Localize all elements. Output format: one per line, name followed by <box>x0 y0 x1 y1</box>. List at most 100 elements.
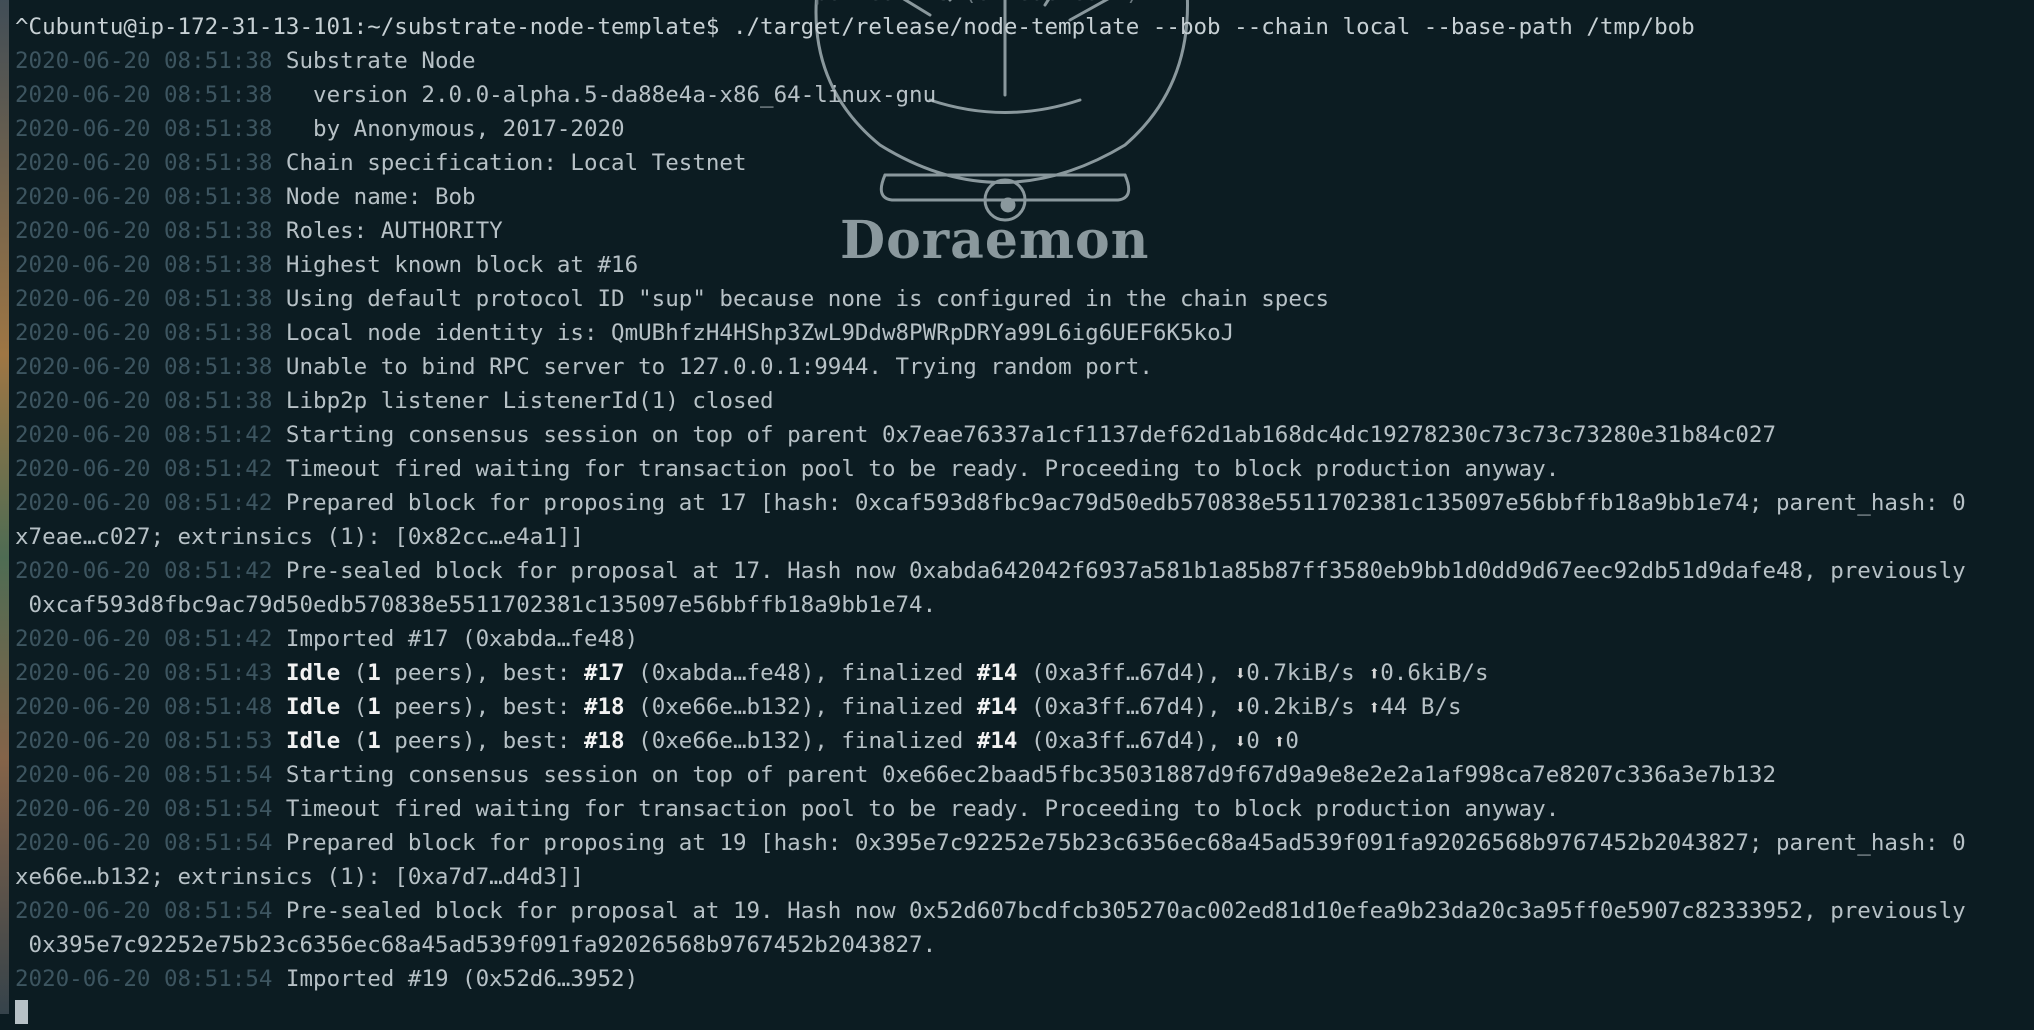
log-message: Substrate Node <box>272 48 476 74</box>
log-line: 2020-06-20 08:51:38 Local node identity … <box>15 316 2034 350</box>
text: , <box>1207 694 1235 720</box>
text: , <box>1207 660 1235 686</box>
log-line: 2020-06-20 08:51:38 version 2.0.0-alpha.… <box>15 78 2034 112</box>
download-arrow-icon: ⬇ <box>1234 729 1247 753</box>
log-timestamp: 2020-06-20 08:51:54 <box>15 830 273 856</box>
shell-prompt-command: ^Cubuntu@ip-172-31-13-101:~/substrate-no… <box>15 14 1695 40</box>
log-message: Using default protocol ID "sup" because … <box>272 286 1329 312</box>
text: , finalized <box>814 728 977 754</box>
finalized-block: #14 <box>976 694 1018 720</box>
text: , finalized <box>814 660 977 686</box>
log-timestamp: 2020-06-20 08:51:38 <box>15 354 273 380</box>
peer-count: 1 <box>367 660 381 686</box>
log-message: Imported #17 (0xabda…fe48) <box>272 626 639 652</box>
text <box>1017 694 1031 720</box>
finalized-block: #14 <box>976 728 1018 754</box>
log-line: 2020-06-20 08:51:38 Libp2p listener List… <box>15 384 2034 418</box>
terminal-window[interactable]: Imported #16 (0x7edc…c027) ^Cubuntu@ip-1… <box>15 0 2034 1024</box>
upload-arrow-icon: ⬆ <box>1368 661 1381 685</box>
log-line-continuation: xe66e…b132; extrinsics (1): [0xa7d7…d4d3… <box>15 864 584 890</box>
log-message: Starting consensus session on top of par… <box>272 762 1777 788</box>
text <box>1355 660 1369 686</box>
best-hash: (0xe66e…b132) <box>638 694 815 720</box>
log-line-continuation: 0x395e7c92252e75b23c6356ec68a45ad539f091… <box>15 932 937 958</box>
log-timestamp: 2020-06-20 08:51:38 <box>15 252 273 278</box>
finalized-block: #14 <box>976 660 1018 686</box>
log-line-continuation: 0xcaf593d8fbc9ac79d50edb570838e551170238… <box>15 592 937 618</box>
log-timestamp: 2020-06-20 08:51:43 <box>15 660 273 686</box>
log-message: Prepared block for proposing at 17 [hash… <box>272 490 1966 516</box>
text <box>625 660 639 686</box>
status-state: Idle <box>285 660 341 686</box>
text <box>1260 728 1274 754</box>
log-timestamp: 2020-06-20 08:51:42 <box>15 490 273 516</box>
log-line: 2020-06-20 08:51:54 Pre-sealed block for… <box>15 894 2034 928</box>
node-log: 2020-06-20 08:51:38 Substrate Node 2020-0… <box>15 44 2034 996</box>
log-line: 2020-06-20 08:51:38 by Anonymous, 2017-2… <box>15 112 2034 146</box>
download-rate: 0 <box>1246 728 1260 754</box>
log-line: 2020-06-20 08:51:54 Starting consensus s… <box>15 758 2034 792</box>
log-line: 2020-06-20 08:51:42 Imported #17 (0xabda… <box>15 622 2034 656</box>
cursor-line <box>15 996 2034 1030</box>
log-message: Prepared block for proposing at 19 [hash… <box>272 830 1966 856</box>
scrolled-partial-line: Imported #16 (0x7edc…c027) <box>15 0 2034 10</box>
log-message: Local node identity is: QmUBhfzH4HShp3Zw… <box>272 320 1235 346</box>
text <box>625 728 639 754</box>
log-timestamp: 2020-06-20 08:51:38 <box>15 184 273 210</box>
best-block: #18 <box>583 728 625 754</box>
text: , <box>1207 728 1235 754</box>
log-message: Libp2p listener ListenerId(1) closed <box>272 388 774 414</box>
log-line: 2020-06-20 08:51:53 Idle (1 peers), best… <box>15 724 2034 758</box>
log-timestamp: 2020-06-20 08:51:42 <box>15 558 273 584</box>
log-message: Pre-sealed block for proposal at 19. Has… <box>272 898 1966 924</box>
peer-count: 1 <box>367 694 381 720</box>
log-message: Timeout fired waiting for transaction po… <box>272 796 1560 822</box>
status-state: Idle <box>285 728 341 754</box>
log-line: 2020-06-20 08:51:38 Node name: Bob <box>15 180 2034 214</box>
log-line: 2020-06-20 08:51:54 Imported #19 (0x52d6… <box>15 962 2034 996</box>
finalized-hash: (0xa3ff…67d4) <box>1031 728 1208 754</box>
text <box>1355 694 1369 720</box>
background-window-edge <box>0 0 9 1014</box>
log-message: Roles: AUTHORITY <box>272 218 503 244</box>
text <box>1017 660 1031 686</box>
log-timestamp: 2020-06-20 08:51:53 <box>15 728 273 754</box>
log-timestamp: 2020-06-20 08:51:48 <box>15 694 273 720</box>
finalized-hash: (0xa3ff…67d4) <box>1031 694 1208 720</box>
text: ( <box>340 694 368 720</box>
log-line-continuation: x7eae…c027; extrinsics (1): [0x82cc…e4a1… <box>15 524 584 550</box>
log-message: Highest known block at #16 <box>272 252 639 278</box>
log-timestamp: 2020-06-20 08:51:54 <box>15 966 273 992</box>
log-message: Pre-sealed block for proposal at 17. Has… <box>272 558 1966 584</box>
log-line: 2020-06-20 08:51:48 Idle (1 peers), best… <box>15 690 2034 724</box>
log-message: Unable to bind RPC server to 127.0.0.1:9… <box>272 354 1153 380</box>
log-timestamp: 2020-06-20 08:51:42 <box>15 456 273 482</box>
log-line: 2020-06-20 08:51:38 Unable to bind RPC s… <box>15 350 2034 384</box>
log-line: 2020-06-20 08:51:42 Prepared block for p… <box>15 486 2034 520</box>
log-timestamp: 2020-06-20 08:51:38 <box>15 218 273 244</box>
log-line: 2020-06-20 08:51:38 Roles: AUTHORITY <box>15 214 2034 248</box>
peer-count: 1 <box>367 728 381 754</box>
text: peers), best: <box>380 728 584 754</box>
upload-arrow-icon: ⬆ <box>1368 695 1381 719</box>
best-block: #17 <box>583 660 625 686</box>
log-line: 2020-06-20 08:51:38 Chain specification:… <box>15 146 2034 180</box>
log-message: Imported #19 (0x52d6…3952) <box>272 966 639 992</box>
log-message: Node name: Bob <box>272 184 476 210</box>
download-rate: 0.7kiB/s <box>1246 660 1355 686</box>
upload-rate: 0 <box>1285 728 1299 754</box>
log-line: 2020-06-20 08:51:54 Timeout fired waitin… <box>15 792 2034 826</box>
upload-rate: 44 B/s <box>1380 694 1462 720</box>
log-message: Timeout fired waiting for transaction po… <box>272 456 1560 482</box>
upload-rate: 0.6kiB/s <box>1380 660 1489 686</box>
log-line: 2020-06-20 08:51:43 Idle (1 peers), best… <box>15 656 2034 690</box>
log-line: 2020-06-20 08:51:38 Highest known block … <box>15 248 2034 282</box>
download-rate: 0.2kiB/s <box>1246 694 1355 720</box>
log-timestamp: 2020-06-20 08:51:54 <box>15 796 273 822</box>
text <box>1017 728 1031 754</box>
log-timestamp: 2020-06-20 08:51:38 <box>15 116 273 142</box>
finalized-hash: (0xa3ff…67d4) <box>1031 660 1208 686</box>
log-timestamp: 2020-06-20 08:51:38 <box>15 150 273 176</box>
log-timestamp: 2020-06-20 08:51:42 <box>15 422 273 448</box>
log-message: Chain specification: Local Testnet <box>272 150 747 176</box>
